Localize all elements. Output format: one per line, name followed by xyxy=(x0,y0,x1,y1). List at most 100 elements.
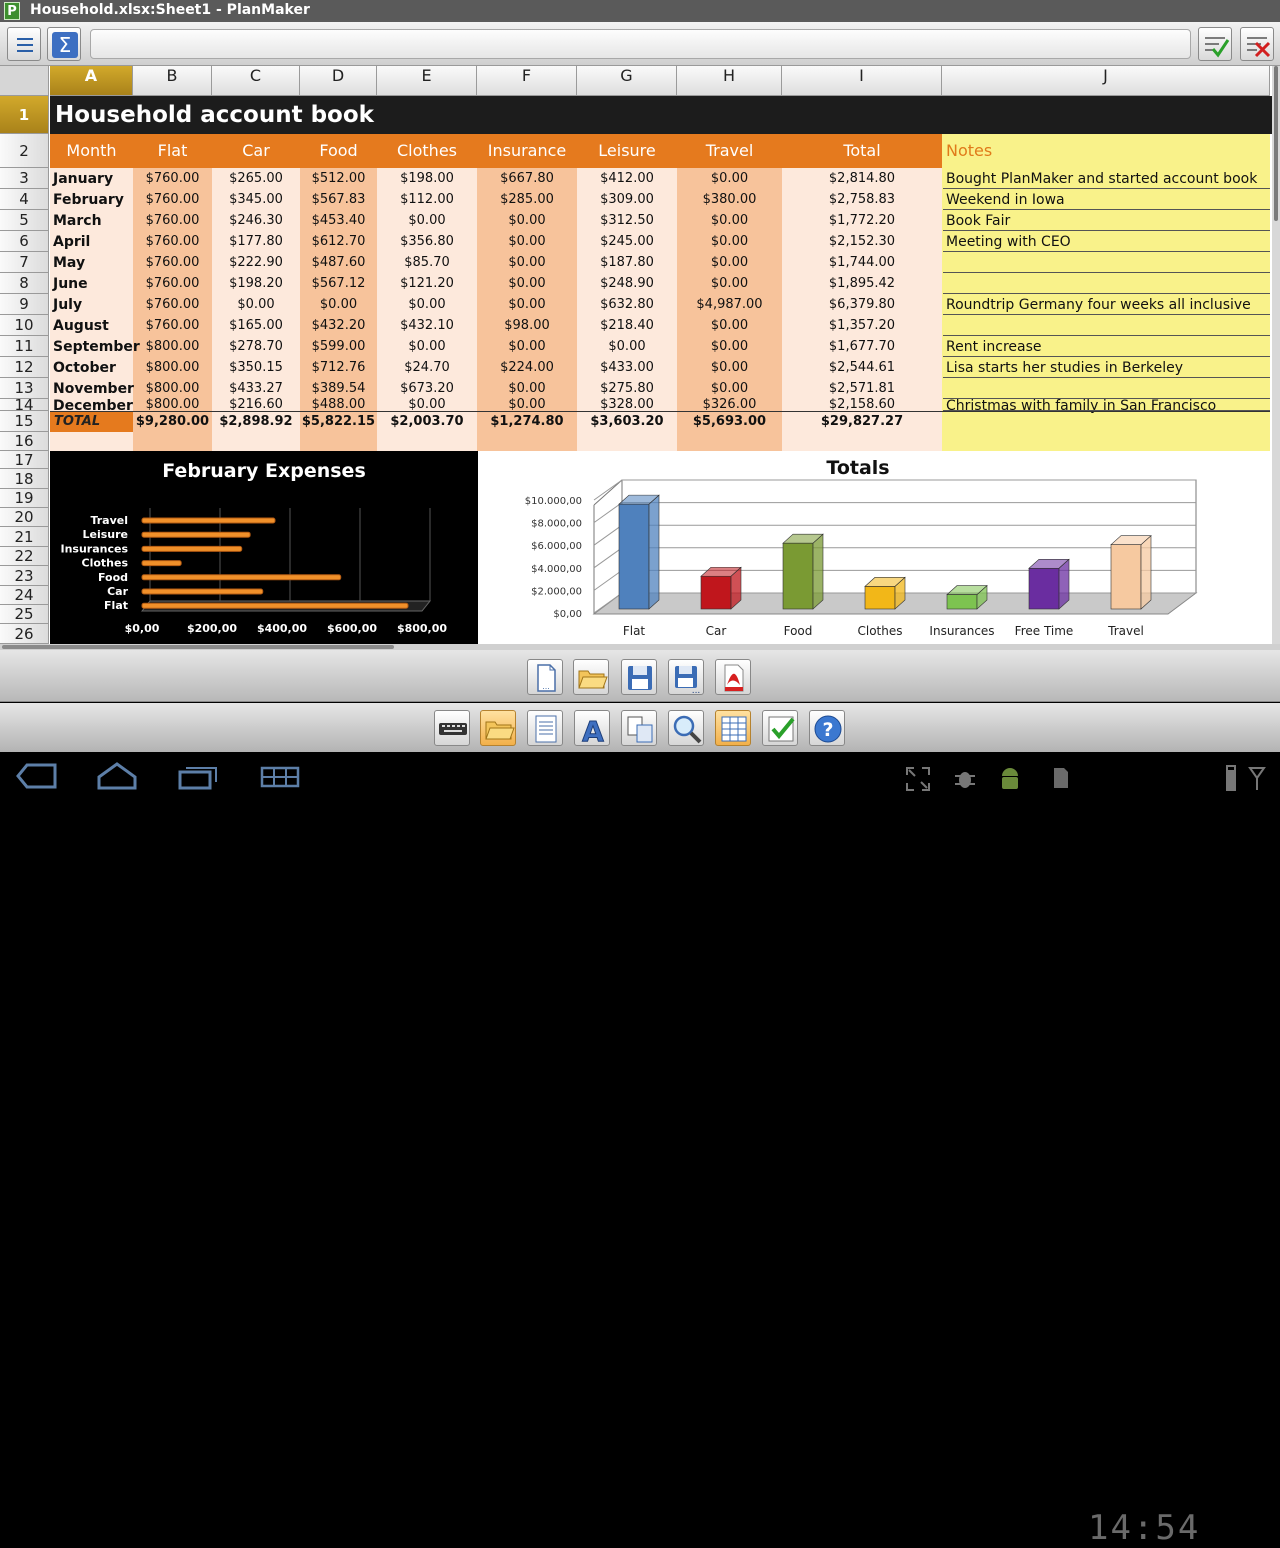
sheet-title-cell[interactable]: Household account book xyxy=(50,96,1272,134)
month-cell[interactable]: June xyxy=(53,275,88,294)
header-cell-car[interactable]: Car xyxy=(212,134,300,168)
value-cell[interactable]: $265.00 xyxy=(212,168,300,189)
spreadsheet-grid[interactable]: ABCDEFGHIJ 12345678910111213141516171819… xyxy=(0,66,1272,644)
menu-grid-icon[interactable] xyxy=(258,760,302,792)
note-cell[interactable]: Bought PlanMaker and started account boo… xyxy=(946,169,1257,190)
month-cell[interactable]: December xyxy=(53,401,133,411)
cancel-entry-button[interactable] xyxy=(1240,27,1274,61)
note-cell[interactable]: Weekend in Iowa xyxy=(946,190,1065,211)
value-cell[interactable]: $567.83 xyxy=(300,189,377,210)
new-document-button[interactable]: ... xyxy=(527,659,563,695)
value-cell[interactable]: $567.12 xyxy=(300,273,377,294)
value-cell[interactable]: $512.00 xyxy=(300,168,377,189)
row-header-2[interactable]: 2 xyxy=(0,134,49,168)
value-cell[interactable]: $667.80 xyxy=(477,168,577,189)
month-cell[interactable]: May xyxy=(53,254,85,273)
value-cell[interactable]: $0.00 xyxy=(377,294,477,315)
month-cell[interactable]: February xyxy=(53,191,124,210)
value-cell[interactable]: $800.00 xyxy=(133,399,212,411)
value-cell[interactable]: $165.00 xyxy=(212,315,300,336)
value-cell[interactable]: $187.80 xyxy=(577,252,677,273)
back-icon[interactable] xyxy=(15,760,59,792)
value-cell[interactable]: $800.00 xyxy=(133,378,212,399)
value-cell[interactable]: $0.00 xyxy=(300,294,377,315)
value-cell[interactable]: $0.00 xyxy=(377,336,477,357)
value-cell[interactable]: $412.00 xyxy=(577,168,677,189)
value-cell[interactable]: $198.00 xyxy=(377,168,477,189)
value-cell[interactable]: $612.70 xyxy=(300,231,377,252)
value-cell[interactable]: $6,379.80 xyxy=(782,294,942,315)
header-cell-flat[interactable]: Flat xyxy=(133,134,212,168)
value-cell[interactable]: $433.00 xyxy=(577,357,677,378)
row-header-22[interactable]: 22 xyxy=(0,547,49,566)
row-header-9[interactable]: 9 xyxy=(0,294,49,315)
value-cell[interactable]: $1,895.42 xyxy=(782,273,942,294)
value-cell[interactable]: $673.20 xyxy=(377,378,477,399)
header-cell-leisure[interactable]: Leisure xyxy=(577,134,677,168)
value-cell[interactable]: $760.00 xyxy=(133,231,212,252)
bar-car[interactable] xyxy=(701,576,731,609)
total-cell[interactable]: $29,827.27 xyxy=(782,411,942,432)
total-cell[interactable]: $9,280.00 xyxy=(133,411,212,432)
row-header-25[interactable]: 25 xyxy=(0,605,49,624)
total-cell[interactable]: $3,603.20 xyxy=(577,411,677,432)
column-header-i[interactable]: I xyxy=(782,66,942,96)
value-cell[interactable]: $309.00 xyxy=(577,189,677,210)
bar-food[interactable] xyxy=(142,575,341,580)
value-cell[interactable]: $599.00 xyxy=(300,336,377,357)
value-cell[interactable]: $246.30 xyxy=(212,210,300,231)
value-cell[interactable]: $356.80 xyxy=(377,231,477,252)
value-cell[interactable]: $2,544.61 xyxy=(782,357,942,378)
value-cell[interactable]: $312.50 xyxy=(577,210,677,231)
row-header-1[interactable]: 1 xyxy=(0,96,49,134)
value-cell[interactable]: $487.60 xyxy=(300,252,377,273)
column-header-f[interactable]: F xyxy=(477,66,577,96)
value-cell[interactable]: $0.00 xyxy=(677,357,782,378)
value-cell[interactable]: $1,357.20 xyxy=(782,315,942,336)
sum-button[interactable]: Σ xyxy=(47,27,81,61)
bar-free-time[interactable] xyxy=(1029,568,1059,609)
bar-car[interactable] xyxy=(142,589,263,594)
value-cell[interactable]: $112.00 xyxy=(377,189,477,210)
row-header-4[interactable]: 4 xyxy=(0,189,49,210)
save-button[interactable] xyxy=(621,659,657,695)
value-cell[interactable]: $24.70 xyxy=(377,357,477,378)
value-cell[interactable]: $1,744.00 xyxy=(782,252,942,273)
total-cell[interactable]: $2,003.70 xyxy=(377,411,477,432)
row-header-3[interactable]: 3 xyxy=(0,168,49,189)
header-cell-clothes[interactable]: Clothes xyxy=(377,134,477,168)
column-header-e[interactable]: E xyxy=(377,66,477,96)
value-cell[interactable]: $380.00 xyxy=(677,189,782,210)
accept-button[interactable] xyxy=(762,710,798,746)
value-cell[interactable]: $760.00 xyxy=(133,168,212,189)
value-cell[interactable]: $760.00 xyxy=(133,252,212,273)
open-file-button[interactable] xyxy=(573,659,609,695)
recent-apps-icon[interactable] xyxy=(176,760,220,792)
value-cell[interactable]: $1,677.70 xyxy=(782,336,942,357)
value-cell[interactable]: $285.00 xyxy=(477,189,577,210)
file-manager-button[interactable] xyxy=(480,710,516,746)
bar-travel[interactable] xyxy=(1111,545,1141,609)
total-cell[interactable]: $1,274.80 xyxy=(477,411,577,432)
value-cell[interactable]: $760.00 xyxy=(133,294,212,315)
value-cell[interactable]: $2,152.30 xyxy=(782,231,942,252)
value-cell[interactable]: $278.70 xyxy=(212,336,300,357)
value-cell[interactable]: $218.40 xyxy=(577,315,677,336)
row-header-15[interactable]: 15 xyxy=(0,411,49,432)
document-button[interactable] xyxy=(527,710,563,746)
column-header-d[interactable]: D xyxy=(300,66,377,96)
row-header-10[interactable]: 10 xyxy=(0,315,49,336)
header-cell-notes[interactable]: Notes xyxy=(942,134,1270,168)
row-header-17[interactable]: 17 xyxy=(0,451,49,469)
value-cell[interactable]: $222.90 xyxy=(212,252,300,273)
totals-chart[interactable]: Totals$0,00$2.000,00$4.000,00$6.000,00$8… xyxy=(478,451,1270,644)
bar-travel[interactable] xyxy=(142,518,275,523)
month-cell[interactable]: July xyxy=(53,296,82,315)
value-cell[interactable]: $0.00 xyxy=(677,378,782,399)
february-expenses-chart[interactable]: February Expenses$0,00$200,00$400,00$600… xyxy=(50,451,478,644)
menu-button[interactable] xyxy=(7,27,41,61)
bar-insurances[interactable] xyxy=(142,546,242,551)
row-header-11[interactable]: 11 xyxy=(0,336,49,357)
bar-flat[interactable] xyxy=(619,504,649,609)
value-cell[interactable]: $0.00 xyxy=(477,210,577,231)
